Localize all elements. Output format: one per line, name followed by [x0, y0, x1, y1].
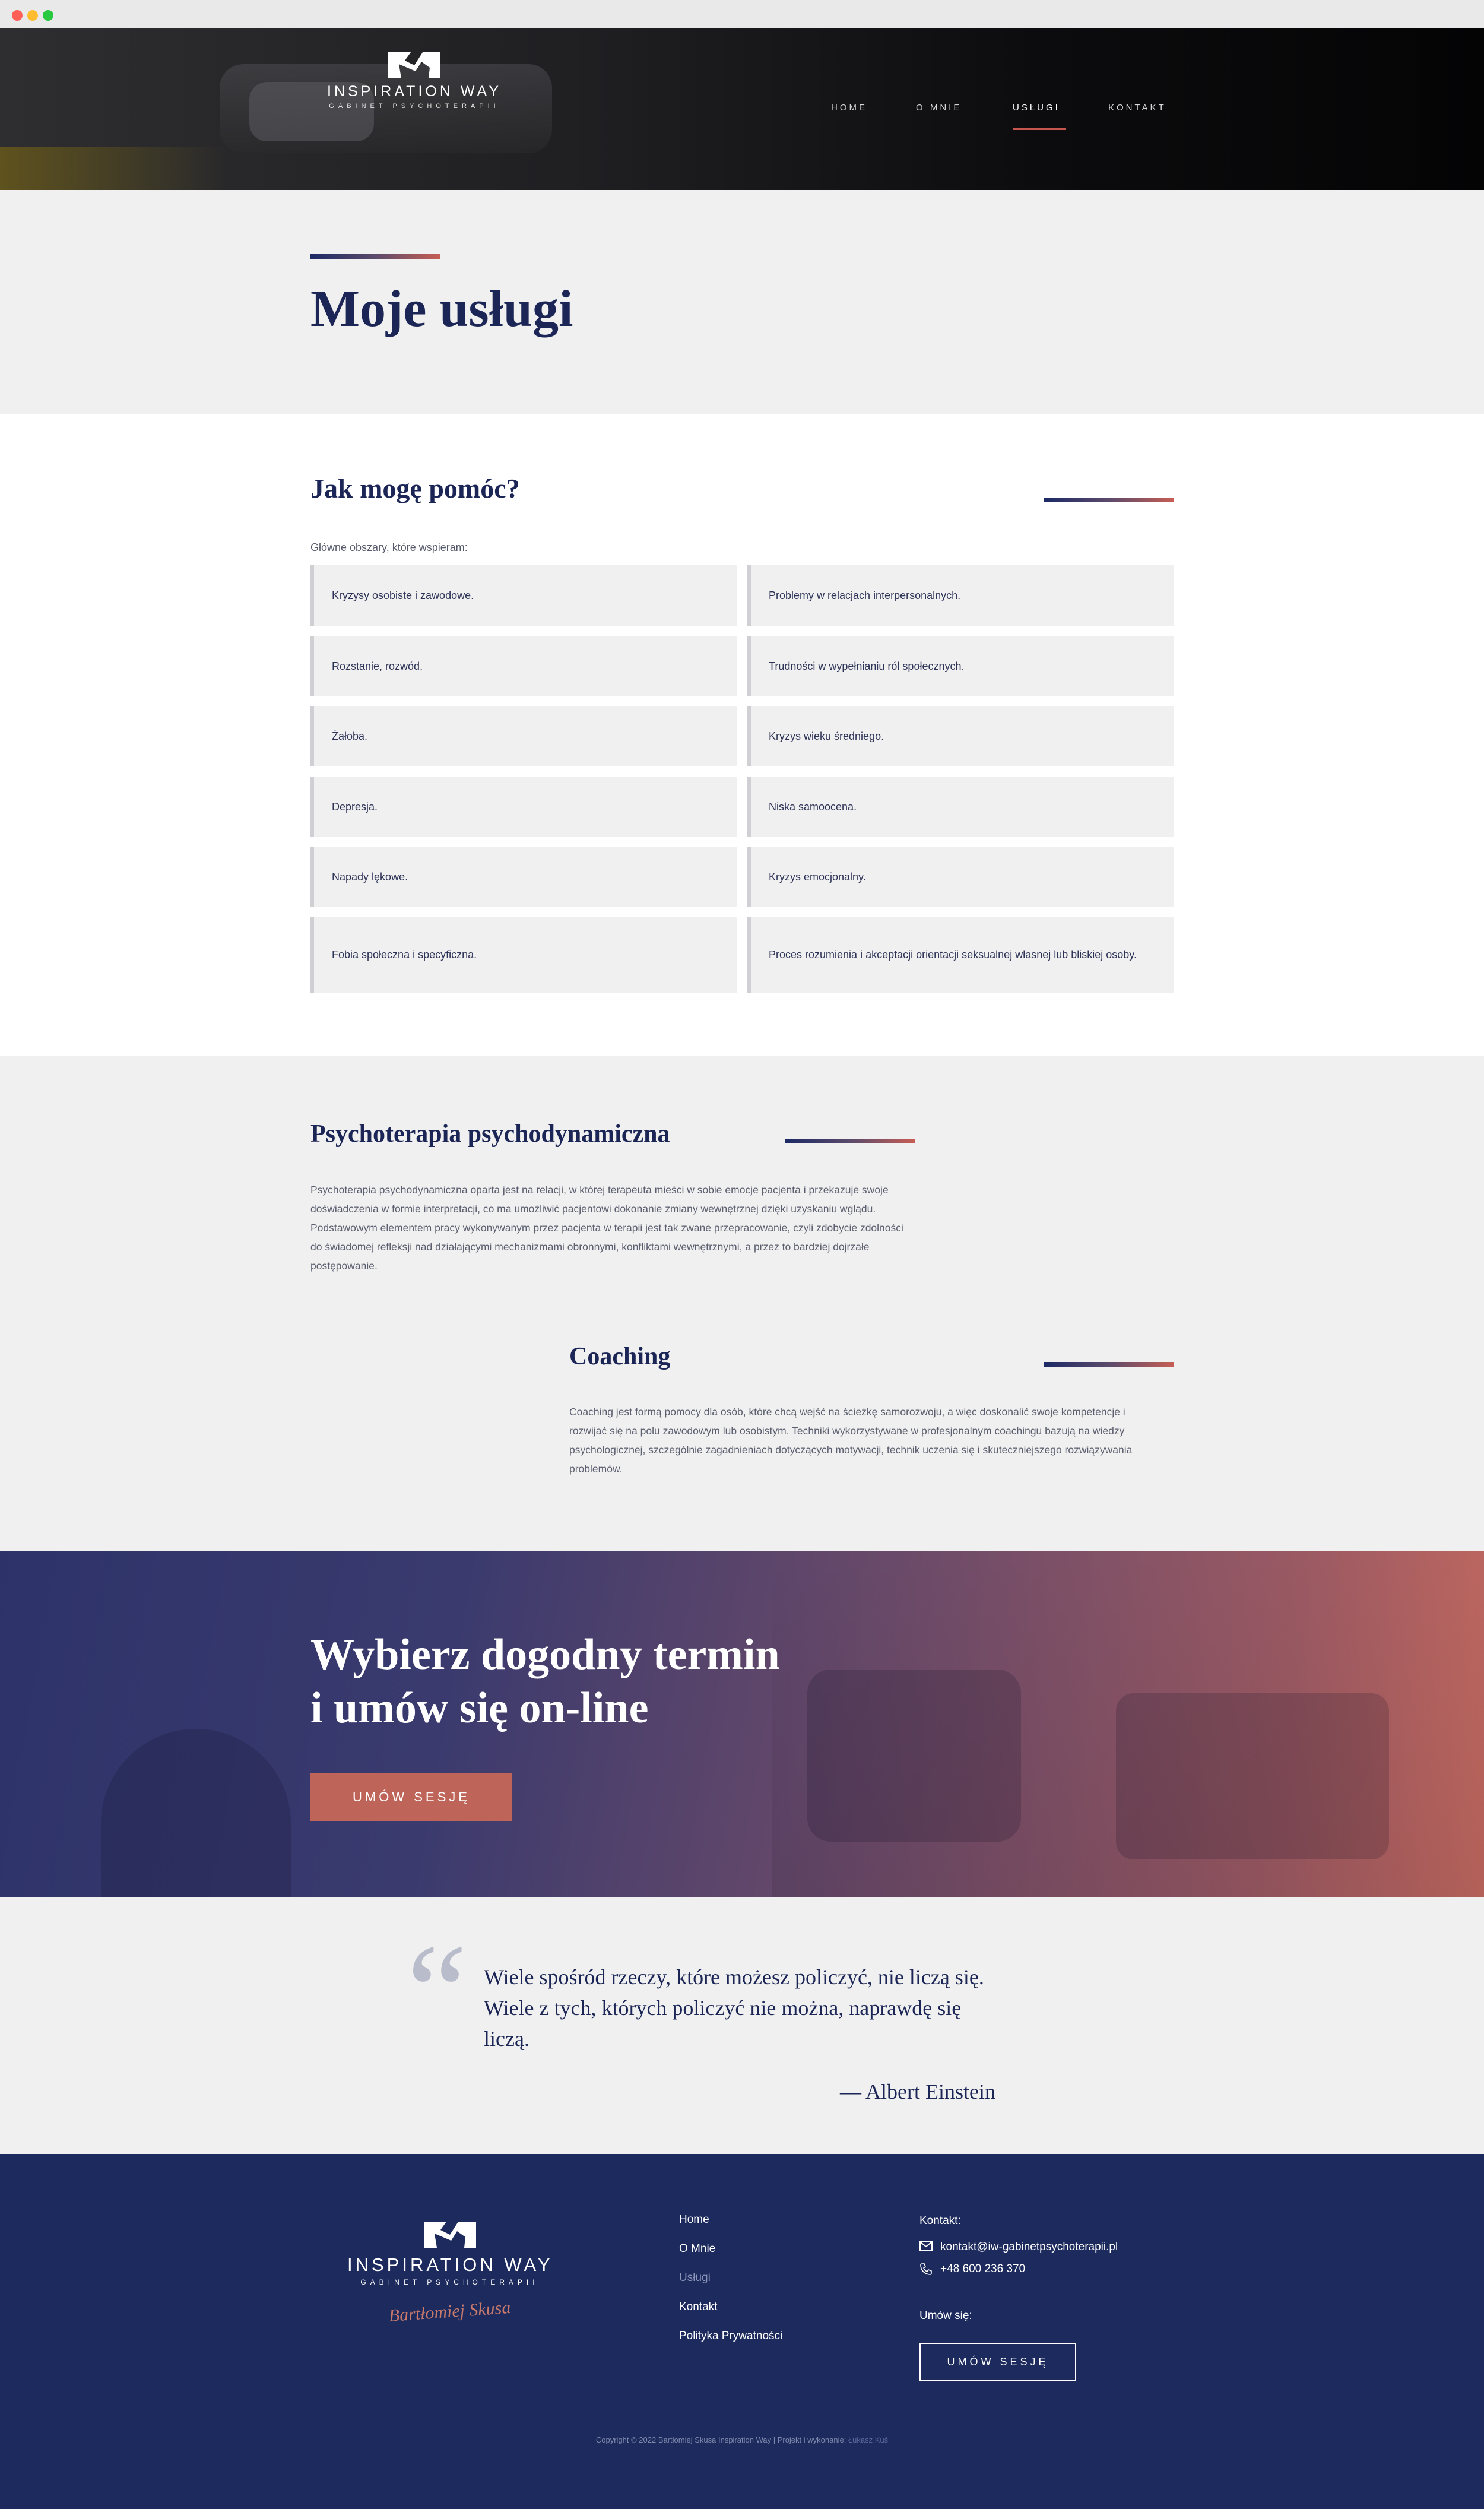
- cta-title-line-2: i umów się on-line: [310, 1684, 649, 1732]
- footer-phone-link[interactable]: +48 600 236 370: [940, 2263, 1025, 2276]
- nav-o-mnie[interactable]: O MNIE: [916, 103, 962, 113]
- site-footer: INSPIRATION WAY GABINET PSYCHOTERAPII Ba…: [0, 2154, 1484, 2509]
- footer-signature: Bartłomiej Skusa: [388, 2297, 512, 2326]
- footer-link-home[interactable]: Home: [679, 2213, 709, 2226]
- service-item: Rozstanie, rozwód.: [310, 636, 737, 696]
- close-window-dot[interactable]: [12, 10, 23, 21]
- quote-mark-icon: “: [407, 1916, 468, 2067]
- footer-email-link[interactable]: kontakt@iw-gabinetpsychoterapii.pl: [940, 2241, 1118, 2254]
- services-accent-line: [1044, 498, 1174, 502]
- phone-icon: [919, 2263, 933, 2279]
- service-item: Proces rozumienia i akceptacji orientacj…: [747, 917, 1174, 993]
- footer-brand-text: INSPIRATION WAY: [347, 2254, 553, 2275]
- footer-link-kontakt[interactable]: Kontakt: [679, 2301, 717, 2314]
- minimize-window-dot[interactable]: [27, 10, 38, 21]
- service-item: Napady lękowe.: [310, 847, 737, 907]
- cta-background-armchair: [1116, 1693, 1389, 1859]
- footer-book-label: Umów się:: [919, 2310, 972, 2322]
- quote-author: — Albert Einstein: [840, 2080, 995, 2103]
- footer-book-session-button[interactable]: UMÓW SESJĘ: [919, 2343, 1076, 2381]
- book-session-button[interactable]: UMÓW SESJĘ: [310, 1773, 512, 1821]
- title-accent-line: [310, 254, 440, 259]
- nav-active-indicator: [1013, 128, 1066, 130]
- service-item: Trudności w wypełnianiu ról społecznych.: [747, 636, 1174, 696]
- psychotherapy-accent-line: [785, 1139, 915, 1143]
- footer-copyright: Copyright © 2022 Bartłomiej Skusa Inspir…: [0, 2435, 1484, 2444]
- author-link[interactable]: Łukasz Kuś: [848, 2435, 888, 2444]
- services-lead: Główne obszary, które wspieram:: [310, 541, 468, 553]
- mail-icon: [919, 2241, 933, 2255]
- quote-text: Wiele spośród rzeczy, które możesz polic…: [484, 1965, 984, 2051]
- coaching-heading: Coaching: [569, 1343, 671, 1370]
- cta-background-chair: [807, 1670, 1021, 1842]
- service-item: Kryzysy osobiste i zawodowe.: [310, 565, 737, 626]
- cta-title: Wybierz dogodny termin i umów się on-lin…: [310, 1628, 780, 1735]
- browser-titlebar: [0, 0, 1484, 28]
- site-logo[interactable]: INSPIRATION WAY GABINET PSYCHOTERAPII: [310, 50, 518, 110]
- service-item: Żałoba.: [310, 706, 737, 766]
- nav-kontakt[interactable]: KONTAKT: [1108, 103, 1166, 113]
- service-item: Kryzys wieku średniego.: [747, 706, 1174, 766]
- footer-link-privacy[interactable]: Polityka Prywatności: [679, 2330, 782, 2343]
- service-item: Niska samoocena.: [747, 777, 1174, 837]
- hero-background-glow: [0, 147, 226, 190]
- services-heading: Jak mogę pomóc?: [310, 473, 520, 503]
- footer-link-uslugi[interactable]: Usługi: [679, 2272, 711, 2285]
- service-item: Fobia społeczna i specyficzna.: [310, 917, 737, 993]
- psychotherapy-heading: Psychoterapia psychodynamiczna: [310, 1120, 670, 1148]
- service-item: Problemy w relacjach interpersonalnych.: [747, 565, 1174, 626]
- nav-uslugi[interactable]: USŁUGI: [1013, 103, 1060, 113]
- nav-home[interactable]: HOME: [831, 103, 867, 113]
- quote-section: “ Wiele spośród rzeczy, które możesz pol…: [0, 1897, 1484, 2154]
- logo-brand-text: INSPIRATION WAY: [327, 83, 502, 100]
- logo-subtitle: GABINET PSYCHOTERAPII: [329, 103, 500, 110]
- page-title-section: Moje usługi: [0, 190, 1484, 414]
- page-title: Moje usługi: [310, 280, 573, 338]
- footer-brand-subtitle: GABINET PSYCHOTERAPII: [360, 2278, 539, 2286]
- psychotherapy-text: Psychoterapia psychodynamiczna oparta je…: [310, 1184, 903, 1272]
- footer-link-o-mnie[interactable]: O Mnie: [679, 2242, 715, 2255]
- site-header: INSPIRATION WAY GABINET PSYCHOTERAPII HO…: [0, 28, 1484, 190]
- footer-logo[interactable]: INSPIRATION WAY GABINET PSYCHOTERAPII Ba…: [347, 2219, 553, 2326]
- coaching-text: Coaching jest formą pomocy dla osób, któ…: [569, 1406, 1133, 1475]
- service-item: Depresja.: [310, 777, 737, 837]
- approaches-section: Psychoterapia psychodynamiczna Psychoter…: [0, 1056, 1484, 1551]
- service-item: Kryzys emocjonalny.: [747, 847, 1174, 907]
- cta-title-line-1: Wybierz dogodny termin: [310, 1630, 780, 1679]
- footer-logo-mark-icon: [423, 2222, 476, 2248]
- maximize-window-dot[interactable]: [43, 10, 53, 21]
- services-section: Jak mogę pomóc? Główne obszary, które ws…: [0, 414, 1484, 1056]
- copyright-text: Copyright © 2022 Bartłomiej Skusa Inspir…: [595, 2435, 846, 2444]
- cta-background-chair-left: [101, 1729, 291, 1897]
- booking-cta-section: Wybierz dogodny termin i umów się on-lin…: [0, 1551, 1484, 1897]
- coaching-accent-line: [1044, 1362, 1174, 1367]
- footer-contact-label: Kontakt:: [919, 2215, 961, 2227]
- logo-mark-icon: [387, 50, 442, 80]
